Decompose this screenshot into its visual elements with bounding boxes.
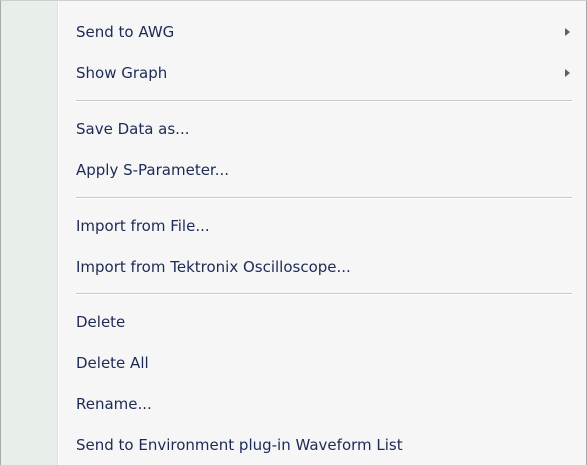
menu-item-delete-all[interactable]: Delete All xyxy=(58,346,586,380)
menu-item-delete[interactable]: Delete xyxy=(58,305,586,339)
menu-item-label: Rename... xyxy=(76,395,152,413)
submenu-arrow-icon xyxy=(565,69,570,77)
menu-item-send-to-awg[interactable]: Send to AWG xyxy=(58,15,586,49)
menu-separator xyxy=(76,293,572,295)
menu-separator xyxy=(76,197,572,199)
menu-item-label: Delete xyxy=(76,313,126,331)
menu-item-label: Show Graph xyxy=(76,64,168,82)
menu-icon-gutter xyxy=(1,1,59,465)
menu-item-label: Apply S-Parameter... xyxy=(76,161,230,179)
menu-item-label: Import from Tektronix Oscilloscope... xyxy=(76,258,351,276)
menu-item-rename[interactable]: Rename... xyxy=(58,387,586,421)
submenu-arrow-icon xyxy=(565,28,570,36)
menu-item-label: Import from File... xyxy=(76,217,210,235)
menu-item-apply-s-parameter[interactable]: Apply S-Parameter... xyxy=(58,153,586,187)
menu-item-send-to-environment-plugin-waveform-list[interactable]: Send to Environment plug-in Waveform Lis… xyxy=(58,428,586,462)
context-menu: Send to AWG Show Graph Save Data as... A… xyxy=(0,0,587,465)
menu-item-label: Send to AWG xyxy=(76,23,175,41)
menu-item-label: Delete All xyxy=(76,354,149,372)
menu-item-show-graph[interactable]: Show Graph xyxy=(58,56,586,90)
menu-item-label: Save Data as... xyxy=(76,120,190,138)
menu-item-import-from-tektronix-oscilloscope[interactable]: Import from Tektronix Oscilloscope... xyxy=(58,250,586,284)
menu-item-label: Send to Environment plug-in Waveform Lis… xyxy=(76,436,403,454)
menu-separator xyxy=(76,100,572,102)
menu-item-save-data-as[interactable]: Save Data as... xyxy=(58,112,586,146)
menu-item-import-from-file[interactable]: Import from File... xyxy=(58,209,586,243)
